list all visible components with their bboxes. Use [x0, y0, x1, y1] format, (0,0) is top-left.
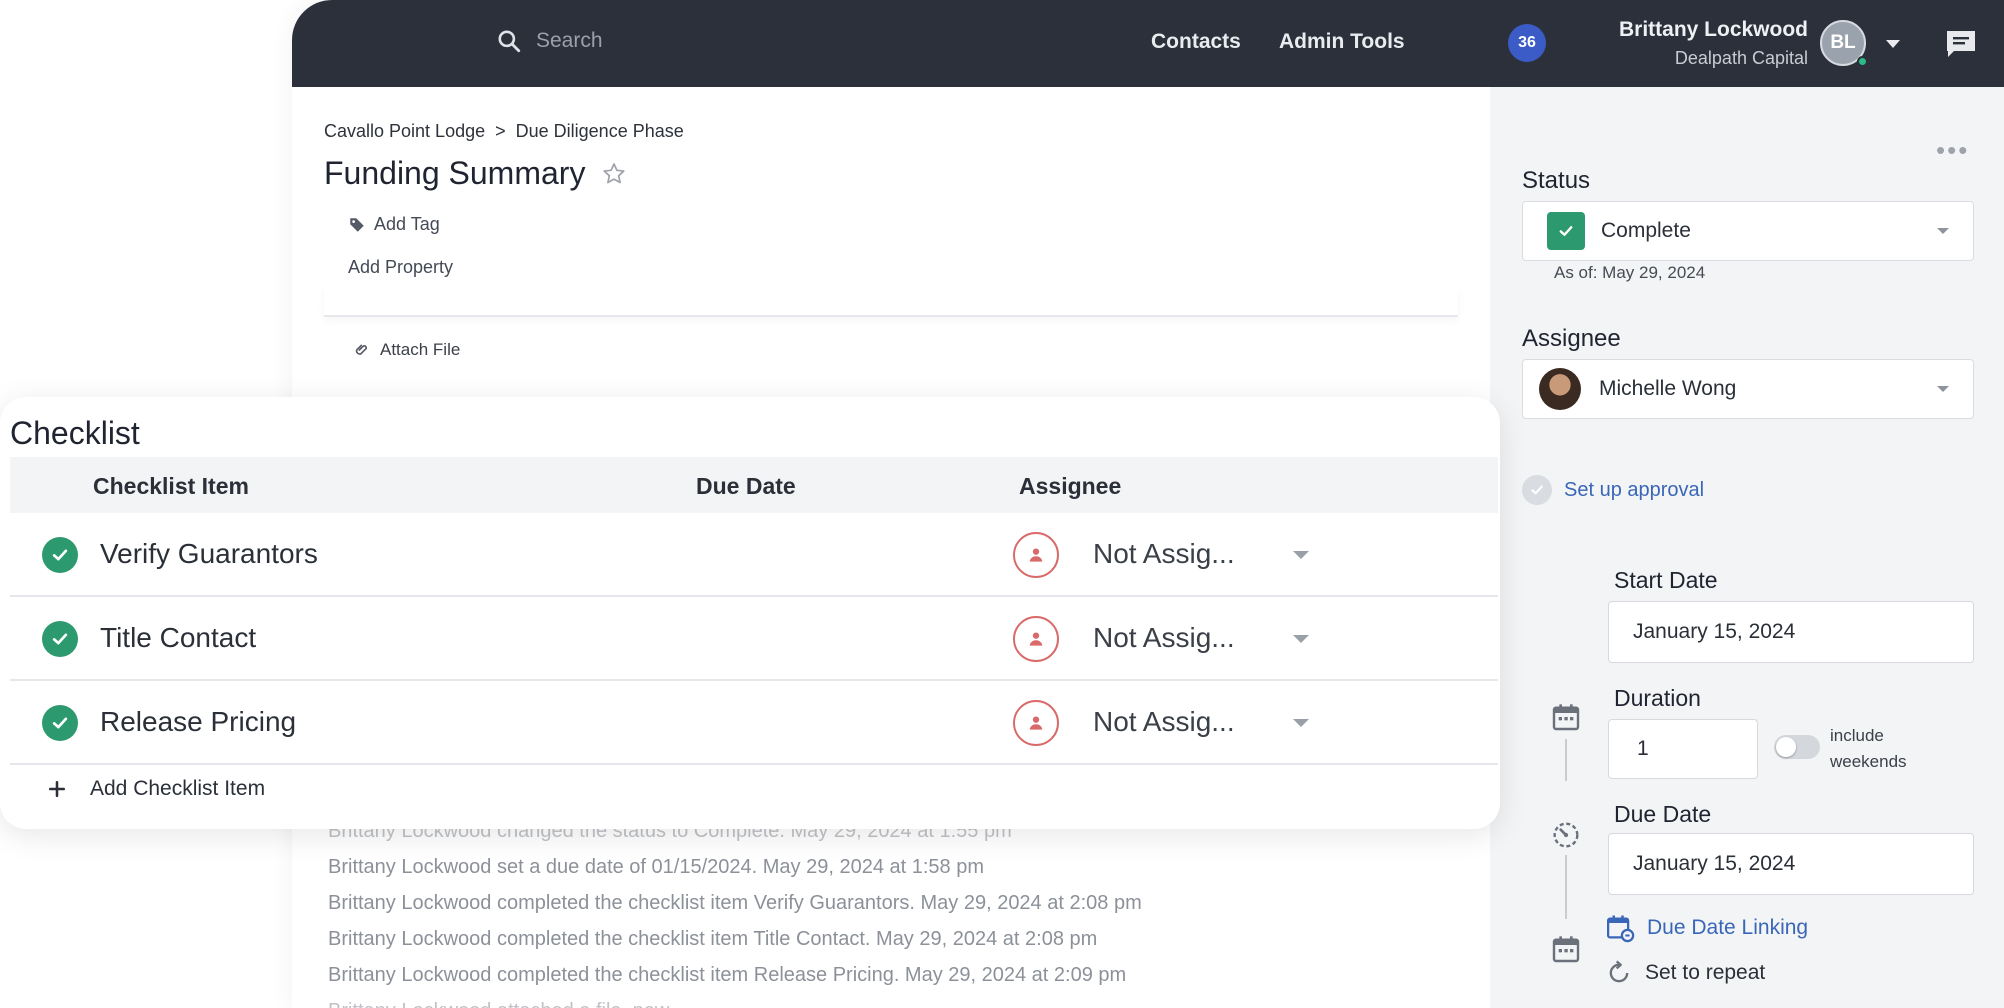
- calendar-link-icon: [1607, 915, 1635, 943]
- activity-item: Brittany Lockwood attached a file. now: [328, 993, 1142, 1008]
- start-date-input[interactable]: [1608, 601, 1974, 663]
- assignee-chevron-down-icon[interactable]: [1293, 719, 1309, 727]
- activity-feed: Brittany Lockwood changed the status to …: [328, 813, 1142, 1008]
- content-divider: [324, 287, 1458, 317]
- due-date-linking-label: Due Date Linking: [1647, 916, 1809, 939]
- search-box[interactable]: [496, 28, 796, 54]
- set-up-approval-label: Set up approval: [1564, 478, 1705, 501]
- breadcrumb-separator: >: [495, 121, 506, 141]
- add-tag-label: Add Tag: [374, 214, 440, 234]
- status-value: Complete: [1601, 219, 1691, 242]
- repeat-icon: [1609, 960, 1629, 983]
- online-status-dot: [1857, 56, 1868, 67]
- assignee-select[interactable]: Michelle Wong: [1522, 359, 1974, 419]
- status-label: Status: [1522, 167, 1591, 194]
- breadcrumb-phase[interactable]: Due Diligence Phase: [516, 121, 684, 142]
- assignee-chevron-down-icon: [1937, 386, 1949, 392]
- table-row[interactable]: Release Pricing Not Assig...: [10, 681, 1498, 765]
- attach-file-button[interactable]: Attach File: [354, 340, 460, 360]
- user-name: Brittany Lockwood: [1618, 18, 1808, 41]
- set-to-repeat-button[interactable]: Set to repeat: [1605, 959, 1765, 987]
- checklist-title: Checklist: [10, 415, 140, 451]
- include-weekends-line: weekends: [1830, 752, 1907, 771]
- status-complete-check-icon: [1547, 212, 1585, 250]
- assignee-label: Assignee: [1522, 325, 1621, 352]
- timeline-connector: [1565, 739, 1567, 781]
- assignee-avatar: [1539, 368, 1581, 410]
- column-header-assignee[interactable]: Assignee: [1019, 473, 1121, 500]
- approval-check-icon: [1522, 475, 1552, 505]
- plus-icon: [48, 780, 66, 798]
- calendar-icon: [1552, 704, 1580, 731]
- breadcrumb: Cavallo Point Lodge > Due Diligence Phas…: [324, 121, 684, 142]
- top-navigation-bar: Contacts Admin Tools 36 Brittany Lockwoo…: [292, 0, 2004, 87]
- more-options-icon[interactable]: •••: [1936, 135, 1969, 166]
- assignee-chevron-down-icon[interactable]: [1293, 551, 1309, 559]
- column-header-item[interactable]: Checklist Item: [93, 473, 249, 500]
- table-row[interactable]: Title Contact Not Assig...: [10, 597, 1498, 681]
- checklist-item-label[interactable]: Title Contact: [100, 622, 256, 654]
- add-property-button[interactable]: Add Property: [348, 257, 453, 278]
- activity-item: Brittany Lockwood set a due date of 01/1…: [328, 856, 984, 878]
- timeline-connector: [1565, 855, 1567, 919]
- activity-item: Brittany Lockwood completed the checklis…: [328, 892, 1142, 914]
- user-menu-chevron-down-icon[interactable]: [1886, 40, 1900, 48]
- tag-icon: [350, 217, 364, 232]
- add-checklist-item-label: Add Checklist Item: [90, 777, 266, 800]
- user-company: Dealpath Capital: [1674, 48, 1808, 68]
- task-properties-panel: ••• Status Complete As of: May 29, 2024 …: [1490, 87, 2004, 1008]
- nav-contacts[interactable]: Contacts: [1151, 30, 1241, 54]
- due-date-linking-link[interactable]: Due Date Linking: [1605, 913, 1808, 943]
- toggle-knob: [1776, 737, 1796, 757]
- checklist-assignee[interactable]: Not Assig...: [1093, 706, 1235, 738]
- unassigned-person-icon[interactable]: [1013, 616, 1059, 662]
- page-title: Funding Summary: [324, 155, 586, 191]
- status-as-of: As of: May 29, 2024: [1554, 263, 1706, 282]
- completed-check-icon[interactable]: [42, 621, 78, 657]
- assignee-value: Michelle Wong: [1599, 377, 1737, 400]
- activity-item: Brittany Lockwood completed the checklis…: [328, 928, 1098, 950]
- paperclip-icon: [355, 344, 367, 355]
- nav-admin-tools[interactable]: Admin Tools: [1279, 30, 1405, 54]
- notification-badge[interactable]: 36: [1508, 24, 1546, 62]
- unassigned-person-icon[interactable]: [1013, 700, 1059, 746]
- checklist-assignee[interactable]: Not Assig...: [1093, 538, 1235, 570]
- include-weekends-toggle[interactable]: [1774, 735, 1820, 759]
- checklist-card: Checklist Checklist Item Due Date Assign…: [0, 397, 1500, 829]
- add-checklist-item-button[interactable]: Add Checklist Item: [48, 777, 265, 801]
- duration-input[interactable]: [1608, 719, 1758, 779]
- include-weekends-line: include: [1830, 726, 1884, 745]
- user-info[interactable]: Brittany Lockwood Dealpath Capital: [1619, 18, 1808, 69]
- due-date-input[interactable]: [1608, 833, 1974, 895]
- checklist-assignee[interactable]: Not Assig...: [1093, 622, 1235, 654]
- page-title-row: Funding Summary: [324, 155, 627, 192]
- due-date-label: Due Date: [1614, 801, 1712, 827]
- chat-icon[interactable]: [1944, 28, 1978, 60]
- set-up-approval-link[interactable]: Set up approval: [1522, 475, 1704, 505]
- assignee-chevron-down-icon[interactable]: [1293, 635, 1309, 643]
- star-icon[interactable]: [601, 161, 627, 187]
- search-input[interactable]: [536, 29, 796, 53]
- completed-check-icon[interactable]: [42, 537, 78, 573]
- calendar-icon: [1552, 936, 1580, 963]
- unassigned-person-icon[interactable]: [1013, 532, 1059, 578]
- attach-file-label: Attach File: [380, 340, 461, 359]
- table-row[interactable]: Verify Guarantors Not Assig...: [10, 513, 1498, 597]
- activity-item: Brittany Lockwood completed the checklis…: [328, 964, 1127, 986]
- checklist-item-label[interactable]: Verify Guarantors: [100, 538, 318, 570]
- start-date-label: Start Date: [1614, 567, 1718, 593]
- include-weekends-label: include weekends: [1830, 723, 1907, 775]
- timer-icon: [1553, 822, 1579, 848]
- checklist-table-header: Checklist Item Due Date Assignee: [10, 457, 1498, 513]
- set-to-repeat-label: Set to repeat: [1645, 961, 1766, 984]
- checklist-item-label[interactable]: Release Pricing: [100, 706, 296, 738]
- status-select[interactable]: Complete: [1522, 201, 1974, 261]
- completed-check-icon[interactable]: [42, 705, 78, 741]
- search-icon: [498, 30, 521, 53]
- column-header-due-date[interactable]: Due Date: [696, 473, 796, 500]
- add-tag-button[interactable]: Add Tag: [348, 214, 440, 235]
- duration-label: Duration: [1614, 685, 1701, 711]
- status-chevron-down-icon: [1937, 228, 1949, 234]
- breadcrumb-deal[interactable]: Cavallo Point Lodge: [324, 121, 485, 142]
